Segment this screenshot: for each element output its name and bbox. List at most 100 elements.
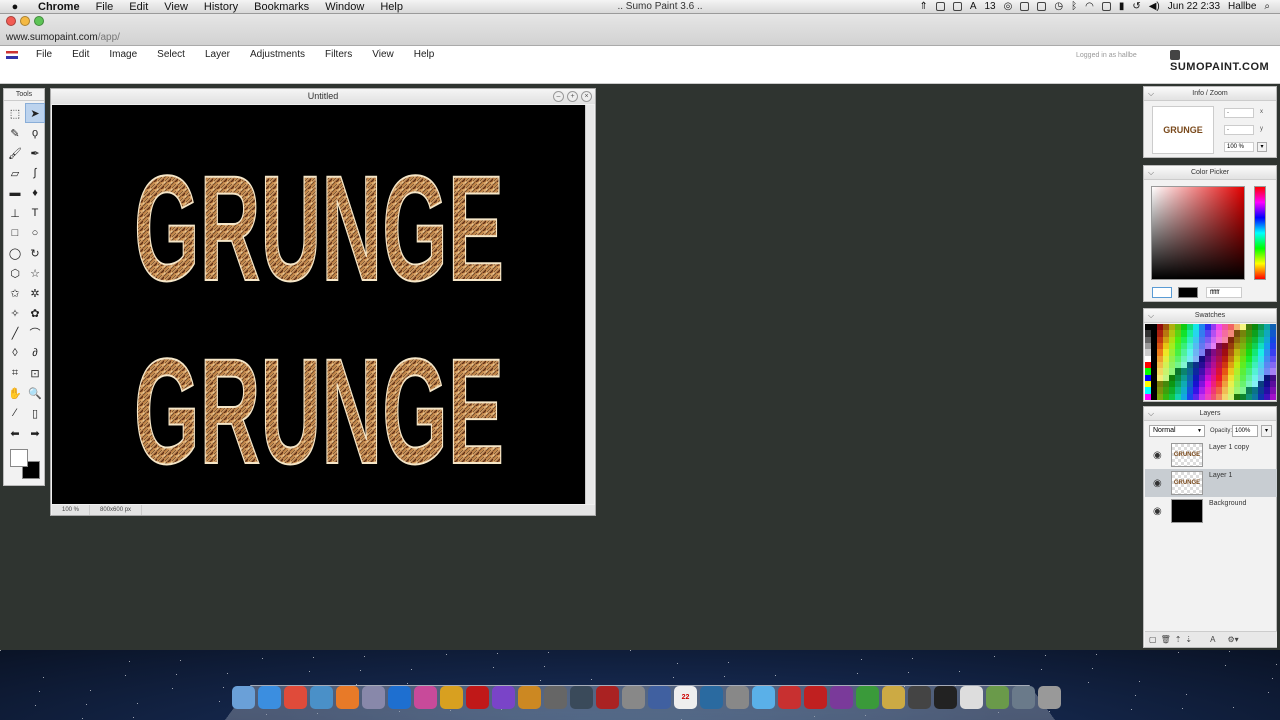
swatches-header[interactable]: ⌵ Swatches: [1144, 309, 1276, 323]
sumopaint-logo[interactable]: SUMOPAINT.COM: [1170, 49, 1280, 73]
eyedropper-tool-icon[interactable]: ⁄: [5, 403, 25, 423]
text-tool-icon[interactable]: T: [25, 203, 45, 223]
wifi-icon[interactable]: ◠: [1085, 1, 1094, 12]
dodge-tool-icon[interactable]: ∂: [25, 343, 45, 363]
display-icon[interactable]: [1101, 2, 1111, 11]
dock-bootcamp-icon[interactable]: [622, 686, 645, 709]
move-up-icon[interactable]: ⇡: [1175, 635, 1182, 644]
dock-lightroom-icon[interactable]: [570, 686, 593, 709]
arrow-icon[interactable]: ⇑: [919, 1, 927, 12]
gradient-tool-icon[interactable]: ▬: [5, 183, 25, 203]
transform-tool-icon[interactable]: ⊡: [25, 363, 45, 383]
undo-arrow-icon[interactable]: ⬅: [5, 423, 25, 443]
opacity-input[interactable]: 100%: [1232, 425, 1258, 437]
dock-keyboard-icon[interactable]: [960, 686, 983, 709]
sumo-menu-file[interactable]: File: [26, 49, 62, 60]
ink-tool-icon[interactable]: ✒: [25, 143, 45, 163]
zoom-dropdown-icon[interactable]: ▾: [1257, 142, 1267, 152]
sumo-menu-adjustments[interactable]: Adjustments: [240, 49, 315, 60]
dock-photobooth-icon[interactable]: [596, 686, 619, 709]
spotlight-icon[interactable]: ⌕: [1264, 1, 1270, 12]
dock-ps-icon[interactable]: [388, 686, 411, 709]
dock-gamecenter-icon[interactable]: [544, 686, 567, 709]
battery-count[interactable]: 13: [985, 1, 996, 12]
menu-edit[interactable]: Edit: [121, 1, 156, 13]
bucket-tool-icon[interactable]: ♦: [25, 183, 45, 203]
merge-down-icon[interactable]: ⇣: [1185, 635, 1192, 644]
menu-bookmarks[interactable]: Bookmarks: [246, 1, 317, 13]
zoom-input[interactable]: 100 %: [1224, 142, 1254, 152]
clock-text[interactable]: Jun 22 2:33: [1168, 1, 1220, 12]
layer-row[interactable]: ◉ Background: [1145, 497, 1277, 525]
clock-icon[interactable]: ◷: [1054, 1, 1063, 12]
dock-calendar-icon[interactable]: 22: [674, 686, 697, 709]
user-name[interactable]: Hallbe: [1228, 1, 1256, 12]
pencil-tool-icon[interactable]: ✎: [5, 123, 25, 143]
move-tool-icon[interactable]: ➤: [25, 103, 45, 123]
marquee-tool-icon[interactable]: ⬚: [5, 103, 25, 123]
hexagon-tool-icon[interactable]: ⬡: [5, 263, 25, 283]
collapse-icon[interactable]: ⌵: [1148, 87, 1154, 101]
dock-preview-icon[interactable]: [362, 686, 385, 709]
secondary-color-swatch[interactable]: [1178, 287, 1198, 298]
eye-icon[interactable]: ◉: [1153, 450, 1162, 461]
sumo-menu-image[interactable]: Image: [99, 49, 147, 60]
menu-file[interactable]: File: [88, 1, 122, 13]
circle-tool-icon[interactable]: ◯: [5, 243, 25, 263]
curve-tool-icon[interactable]: ⌒: [25, 323, 45, 343]
layer-options-icon[interactable]: ⚙▾: [1227, 635, 1238, 644]
menu-app-chrome[interactable]: Chrome: [30, 1, 88, 13]
ellipse-tool-icon[interactable]: ○: [25, 223, 45, 243]
collapse-icon[interactable]: ⌵: [1148, 309, 1154, 323]
color-picker-header[interactable]: ⌵ Color Picker: [1144, 166, 1276, 180]
spiral-tool-icon[interactable]: ↻: [25, 243, 45, 263]
dock-trash-icon[interactable]: [1038, 686, 1061, 709]
sync-icon[interactable]: ◎: [1004, 1, 1013, 12]
sumo-menu-edit[interactable]: Edit: [62, 49, 99, 60]
opacity-dropdown-icon[interactable]: ▾: [1261, 425, 1272, 437]
dock-eclipse-icon[interactable]: [830, 686, 853, 709]
delete-layer-icon[interactable]: 🗑: [1161, 635, 1171, 644]
adobe-icon[interactable]: A: [970, 1, 977, 12]
hex-input[interactable]: ffffff: [1206, 287, 1242, 298]
dock-flash-icon[interactable]: [804, 686, 827, 709]
time-machine-icon[interactable]: ↺: [1132, 1, 1140, 12]
dock-shadow-icon[interactable]: [882, 686, 905, 709]
dock-dreamweaver-icon[interactable]: [856, 686, 879, 709]
document-scrollbar[interactable]: [585, 105, 594, 504]
minimize-doc-icon[interactable]: –: [553, 91, 564, 102]
navigator-thumbnail[interactable]: GRUNGE: [1152, 106, 1214, 154]
dock-chrome-icon[interactable]: [284, 686, 307, 709]
camera-icon[interactable]: [952, 2, 962, 11]
dock-movie-icon[interactable]: [908, 686, 931, 709]
dock-guitar-icon[interactable]: [518, 686, 541, 709]
foreground-color[interactable]: [10, 449, 28, 467]
menu-help[interactable]: Help: [372, 1, 411, 13]
hue-slider[interactable]: [1254, 186, 1266, 280]
smudge-tool-icon[interactable]: ∫: [25, 163, 45, 183]
dock-finder-icon[interactable]: [232, 686, 255, 709]
menu-history[interactable]: History: [196, 1, 246, 13]
star2-tool-icon[interactable]: ✩: [5, 283, 25, 303]
eye-icon[interactable]: ◉: [1153, 478, 1162, 489]
stamp-tool-icon[interactable]: ⊥: [5, 203, 25, 223]
dock-firefox-icon[interactable]: [336, 686, 359, 709]
dock-appstore-icon[interactable]: [258, 686, 281, 709]
bluetooth-icon[interactable]: ᛒ: [1071, 1, 1077, 12]
dock-timemachine-icon[interactable]: [700, 686, 723, 709]
eraser-tool-icon[interactable]: ▱: [5, 163, 25, 183]
close-window-button[interactable]: [6, 16, 16, 26]
volume-icon[interactable]: ◀): [1149, 1, 1160, 12]
hand-tool-icon[interactable]: ✋: [5, 383, 25, 403]
brush-tool-icon[interactable]: 🖌: [5, 143, 25, 163]
layers-header[interactable]: ⌵ Layers: [1144, 407, 1276, 421]
dock-snow-icon[interactable]: [752, 686, 775, 709]
saturation-field[interactable]: [1151, 186, 1245, 280]
dock-piano-icon[interactable]: [934, 686, 957, 709]
sumo-menu-filters[interactable]: Filters: [315, 49, 362, 60]
dock-picasa-icon[interactable]: [414, 686, 437, 709]
collapse-icon[interactable]: ⌵: [1148, 407, 1154, 421]
dock-pages-icon[interactable]: [440, 686, 463, 709]
dock-network-icon[interactable]: [1012, 686, 1035, 709]
sumo-menu-help[interactable]: Help: [404, 49, 445, 60]
